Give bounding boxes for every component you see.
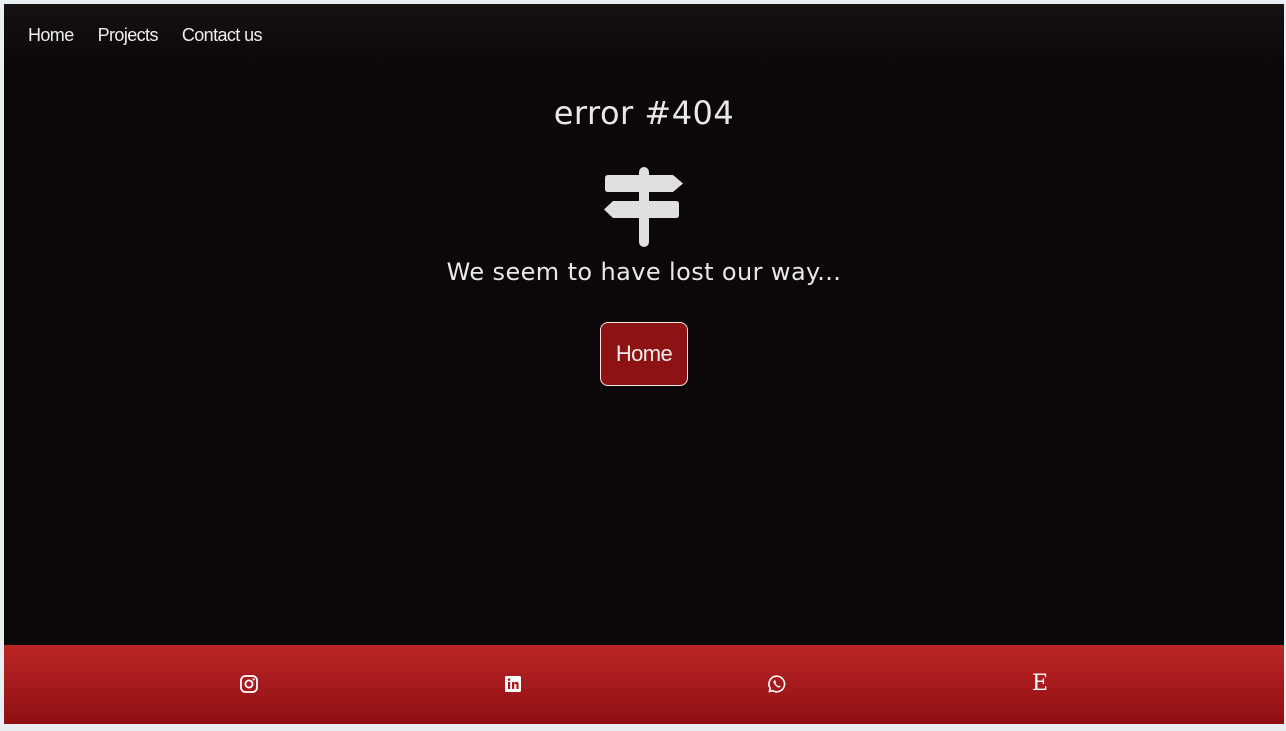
etsy-icon: E xyxy=(1031,671,1049,696)
instagram-icon xyxy=(240,675,258,693)
page-frame: Home Projects Contact us error #404 We s… xyxy=(4,4,1284,724)
nav-link-home[interactable]: Home xyxy=(28,25,74,46)
instagram-link[interactable] xyxy=(238,673,260,695)
nav-link-projects[interactable]: Projects xyxy=(98,25,159,46)
error-title: error #404 xyxy=(553,94,735,132)
linkedin-link[interactable] xyxy=(502,673,524,695)
footer: E xyxy=(4,645,1284,724)
whatsapp-link[interactable] xyxy=(766,673,788,695)
linkedin-icon xyxy=(505,676,521,692)
top-navbar: Home Projects Contact us xyxy=(4,4,1284,66)
subtitle: We seem to have lost our way... xyxy=(446,258,842,286)
signpost-icon xyxy=(604,167,683,247)
nav-link-contact[interactable]: Contact us xyxy=(182,25,263,46)
home-button[interactable]: Home xyxy=(600,322,688,386)
whatsapp-icon xyxy=(768,675,786,693)
etsy-link[interactable]: E xyxy=(1029,673,1051,695)
